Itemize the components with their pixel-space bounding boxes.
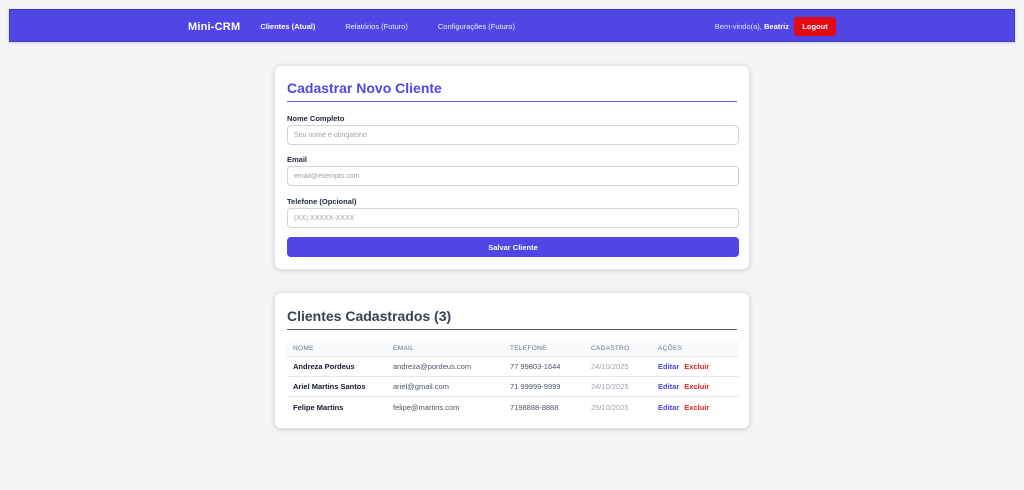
welcome-prefix: Bem-vindo(a), [714, 22, 762, 31]
edit-link[interactable]: Editar [658, 382, 679, 391]
col-header-actions: AÇÕES [658, 345, 683, 352]
table-row: Felipe Martins felipe@martins.com 719888… [287, 397, 739, 417]
cell-email: ariel@gmail.com [393, 382, 449, 391]
cell-phone: 71 99999-9999 [510, 382, 561, 391]
cell-name: Ariel Martins Santos [293, 382, 366, 391]
delete-link[interactable]: Excluir [684, 403, 709, 412]
top-navbar: Mini-CRM Clientes (Atual) Relatórios (Fu… [9, 9, 1015, 42]
name-label: Nome Completo [287, 114, 345, 123]
phone-label: Telefone (Opcional) [287, 197, 357, 206]
nav-link-clientes[interactable]: Clientes (Atual) [260, 22, 315, 31]
logout-button[interactable]: Logout [794, 17, 836, 36]
nav-user-area: Bem-vindo(a), Beatriz Logout [715, 17, 836, 36]
table-row: Ariel Martins Santos ariel@gmail.com 71 … [287, 377, 739, 397]
cell-name: Andreza Pordeus [293, 362, 355, 371]
edit-link[interactable]: Editar [658, 403, 679, 412]
welcome-text: Bem-vindo(a), Beatriz [715, 22, 789, 31]
new-client-form-card: Cadastrar Novo Cliente Nome Completo Ema… [274, 65, 750, 270]
user-name: Beatriz [763, 22, 789, 31]
col-header-date: CADASTRO [591, 345, 630, 352]
clients-table: NOME EMAIL TELEFONE CADASTRO AÇÕES Andre… [287, 341, 739, 417]
phone-input[interactable] [287, 208, 739, 228]
cell-phone: 77 99803-1644 [510, 362, 561, 371]
cell-email: felipe@martins.com [393, 402, 460, 412]
cell-date: 25/10/2025 [591, 402, 629, 412]
save-client-button[interactable]: Salvar Cliente [287, 237, 739, 257]
col-header-name: NOME [293, 345, 314, 352]
cell-date: 24/10/2025 [591, 362, 629, 371]
brand-logo[interactable]: Mini-CRM [188, 21, 240, 33]
edit-link[interactable]: Editar [658, 362, 679, 371]
cell-date: 24/10/2025 [591, 382, 629, 391]
table-header: NOME EMAIL TELEFONE CADASTRO AÇÕES [287, 341, 739, 357]
delete-link[interactable]: Excluir [684, 382, 709, 391]
email-input[interactable] [287, 166, 739, 186]
delete-link[interactable]: Excluir [684, 362, 709, 371]
cell-phone: 7198888-8888 [510, 402, 559, 412]
nav-link-configuracoes[interactable]: Configurações (Futuro) [438, 22, 515, 31]
list-title: Clientes Cadastrados (3) [287, 308, 737, 330]
cell-actions: Editar Excluir [658, 362, 738, 371]
nav-link-relatorios[interactable]: Relatórios (Futuro) [345, 22, 408, 31]
navbar-inner: Mini-CRM Clientes (Atual) Relatórios (Fu… [188, 10, 836, 43]
email-label: Email [287, 155, 308, 164]
col-header-phone: TELEFONE [510, 345, 547, 352]
form-title: Cadastrar Novo Cliente [287, 80, 737, 102]
cell-actions: Editar Excluir [658, 382, 738, 391]
cell-email: andreza@pordeus.com [393, 362, 472, 371]
cell-actions: Editar Excluir [658, 403, 738, 412]
col-header-email: EMAIL [393, 345, 415, 352]
clients-list-card: Clientes Cadastrados (3) NOME EMAIL TELE… [274, 292, 750, 429]
cell-name: Felipe Martins [293, 402, 344, 412]
table-row: Andreza Pordeus andreza@pordeus.com 77 9… [287, 357, 739, 377]
name-input[interactable] [287, 125, 739, 145]
